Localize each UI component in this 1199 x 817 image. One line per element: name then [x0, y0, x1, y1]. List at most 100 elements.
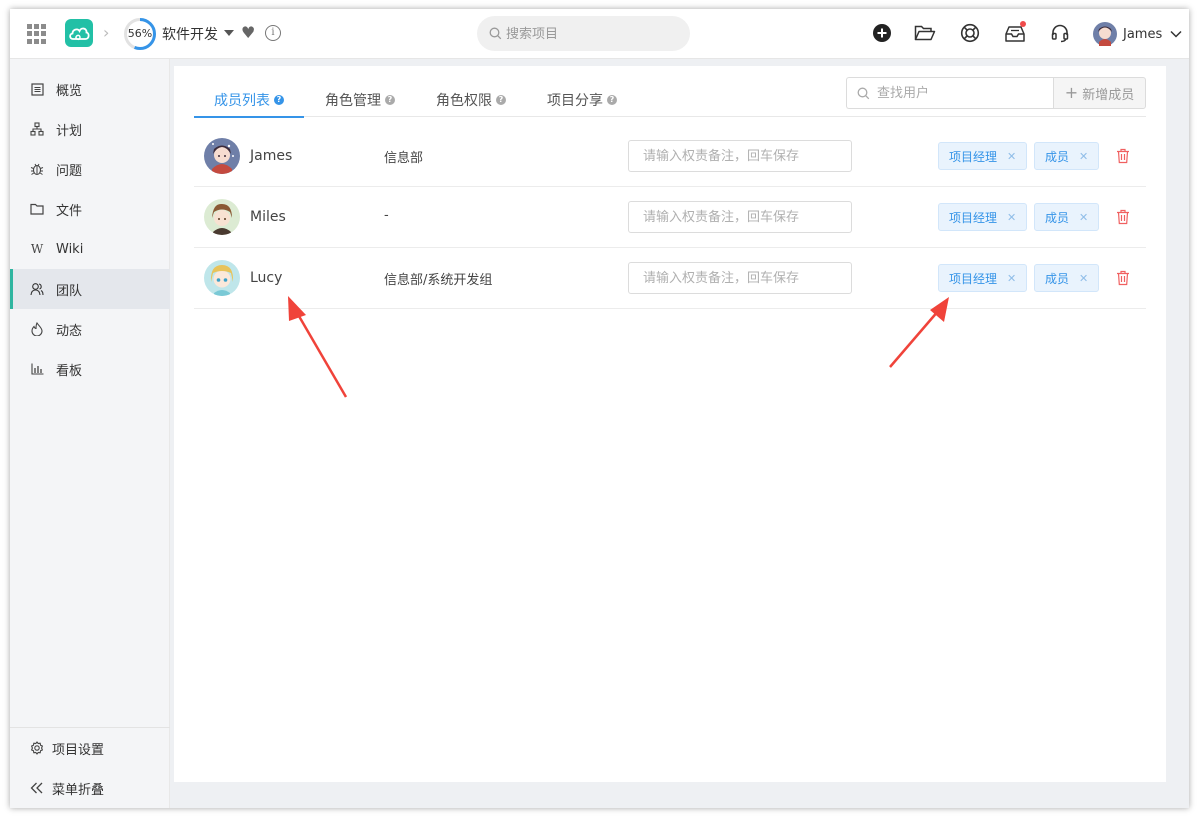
role-tag: 成员 ✕ — [1034, 264, 1100, 292]
member-name: James — [250, 148, 293, 164]
user-menu[interactable]: James — [1093, 21, 1182, 47]
collapse-menu-label: 菜单折叠 — [52, 782, 105, 798]
role-tag: 成员 ✕ — [1034, 203, 1100, 231]
search-icon — [857, 87, 870, 100]
progress-label: 56% — [127, 27, 153, 40]
role-tag: 项目经理 ✕ — [938, 264, 1028, 292]
member-row: James 信息部 项目经理 ✕ 成员 ✕ — [194, 126, 1146, 187]
tab-label: 角色管理 — [325, 93, 381, 109]
project-search — [477, 16, 690, 51]
sidebar-item-wiki[interactable]: W Wiki — [10, 229, 170, 269]
member-row: Miles - 项目经理 ✕ 成员 ✕ — [194, 187, 1146, 248]
gear-icon — [30, 741, 44, 755]
sidebar-item-label: 概览 — [56, 83, 83, 99]
trash-icon[interactable] — [1116, 209, 1130, 225]
tab-project-share[interactable]: 项目分享? — [527, 83, 637, 117]
breadcrumb-chevron-icon: › — [103, 23, 110, 42]
tab-member-list[interactable]: 成员列表? — [194, 83, 304, 118]
avatar — [1093, 22, 1117, 46]
help-icon: ? — [385, 95, 395, 105]
inbox-notification-icon[interactable] — [1003, 21, 1027, 45]
sidebar-item-label: 团队 — [56, 283, 83, 299]
role-tag: 项目经理 ✕ — [938, 203, 1028, 231]
sidebar-item-label: 动态 — [56, 323, 83, 339]
top-bar: › 56% 软件开发 ♥ i 搜索项目 James — [10, 9, 1189, 59]
close-icon[interactable]: ✕ — [1079, 272, 1088, 285]
heart-icon[interactable]: ♥ — [241, 24, 255, 42]
sidebar-item-label: 计划 — [56, 123, 83, 139]
info-icon[interactable]: i — [265, 25, 281, 41]
double-chevron-left-icon — [30, 781, 44, 795]
role-tag: 成员 ✕ — [1034, 142, 1100, 170]
tab-role-permissions[interactable]: 角色权限? — [416, 83, 526, 117]
member-department: 信息部/系统开发组 — [384, 273, 493, 288]
close-icon[interactable]: ✕ — [1079, 211, 1088, 224]
sidebar-item-files[interactable]: 文件 — [10, 189, 170, 229]
responsibility-note-input[interactable] — [628, 140, 852, 172]
tab-role-management[interactable]: 角色管理? — [305, 83, 415, 117]
sidebar-footer: 项目设置 菜单折叠 — [10, 727, 170, 798]
sidebar-item-label: 文件 — [56, 203, 83, 219]
sidebar-item-issues[interactable]: 问题 — [10, 149, 170, 189]
help-icon: ? — [274, 94, 284, 105]
folder-icon — [30, 202, 44, 216]
responsibility-note-input[interactable] — [628, 262, 852, 294]
sidebar-item-team[interactable]: 团队 — [10, 269, 170, 309]
trash-icon[interactable] — [1116, 148, 1130, 164]
apps-grid-icon[interactable] — [27, 24, 47, 44]
add-member-label: 新增成员 — [1082, 87, 1135, 103]
sidebar-item-board[interactable]: 看板 — [10, 349, 170, 389]
project-search-input[interactable] — [506, 24, 676, 44]
role-tag-label: 项目经理 — [949, 210, 998, 225]
activity-icon — [30, 322, 44, 336]
avatar — [204, 260, 240, 296]
sidebar-item-label: 看板 — [56, 363, 83, 379]
add-circle-icon[interactable] — [870, 21, 894, 45]
help-lifebuoy-icon[interactable] — [958, 21, 982, 45]
add-member-button[interactable]: + 新增成员 — [1053, 77, 1146, 109]
member-name: Miles — [250, 209, 286, 225]
member-name: Lucy — [250, 270, 283, 286]
overview-icon — [30, 82, 44, 96]
project-settings-button[interactable]: 项目设置 — [10, 728, 170, 768]
caret-down-icon[interactable] — [224, 30, 234, 36]
user-search-input[interactable] — [877, 84, 1047, 102]
app-logo[interactable] — [65, 19, 93, 47]
project-settings-label: 项目设置 — [52, 742, 105, 758]
cloud-icon — [69, 27, 90, 41]
plus-icon: + — [1064, 83, 1079, 102]
tab-label: 成员列表 — [214, 92, 270, 109]
close-icon[interactable]: ✕ — [1079, 150, 1088, 163]
close-icon[interactable]: ✕ — [1007, 272, 1016, 285]
collapse-menu-button[interactable]: 菜单折叠 — [10, 768, 170, 808]
folder-open-icon[interactable] — [913, 21, 937, 45]
sidebar-item-overview[interactable]: 概览 — [10, 69, 170, 109]
user-name: James — [1123, 26, 1163, 42]
role-tag-label: 项目经理 — [949, 149, 998, 164]
role-tag-label: 成员 — [1045, 210, 1070, 225]
role-tag-label: 项目经理 — [949, 271, 998, 286]
chart-icon — [30, 362, 44, 376]
team-icon — [30, 282, 44, 296]
close-icon[interactable]: ✕ — [1007, 211, 1016, 224]
notification-badge — [1020, 21, 1026, 27]
help-icon: ? — [496, 95, 506, 105]
role-tag-label: 成员 — [1045, 149, 1070, 164]
chevron-down-icon — [1170, 30, 1182, 38]
sidebar-item-label: Wiki — [56, 241, 84, 257]
responsibility-note-input[interactable] — [628, 201, 852, 233]
members-panel: 成员列表? 角色管理? 角色权限? 项目分享? + 新增成员 — [174, 66, 1166, 782]
avatar — [204, 138, 240, 174]
sidebar: 概览 计划 问题 文件 W Wiki 团队 动态 看板 项目设置 菜单折叠 — [10, 59, 170, 808]
headset-icon[interactable] — [1048, 21, 1072, 45]
member-department: 信息部 — [384, 151, 424, 166]
tab-label: 角色权限 — [436, 93, 492, 109]
sidebar-item-activity[interactable]: 动态 — [10, 309, 170, 349]
close-icon[interactable]: ✕ — [1007, 150, 1016, 163]
sidebar-item-plan[interactable]: 计划 — [10, 109, 170, 149]
plan-icon — [30, 122, 44, 136]
project-name[interactable]: 软件开发 — [162, 24, 218, 44]
role-tag: 项目经理 ✕ — [938, 142, 1028, 170]
bug-icon — [30, 162, 44, 176]
trash-icon[interactable] — [1116, 270, 1130, 286]
